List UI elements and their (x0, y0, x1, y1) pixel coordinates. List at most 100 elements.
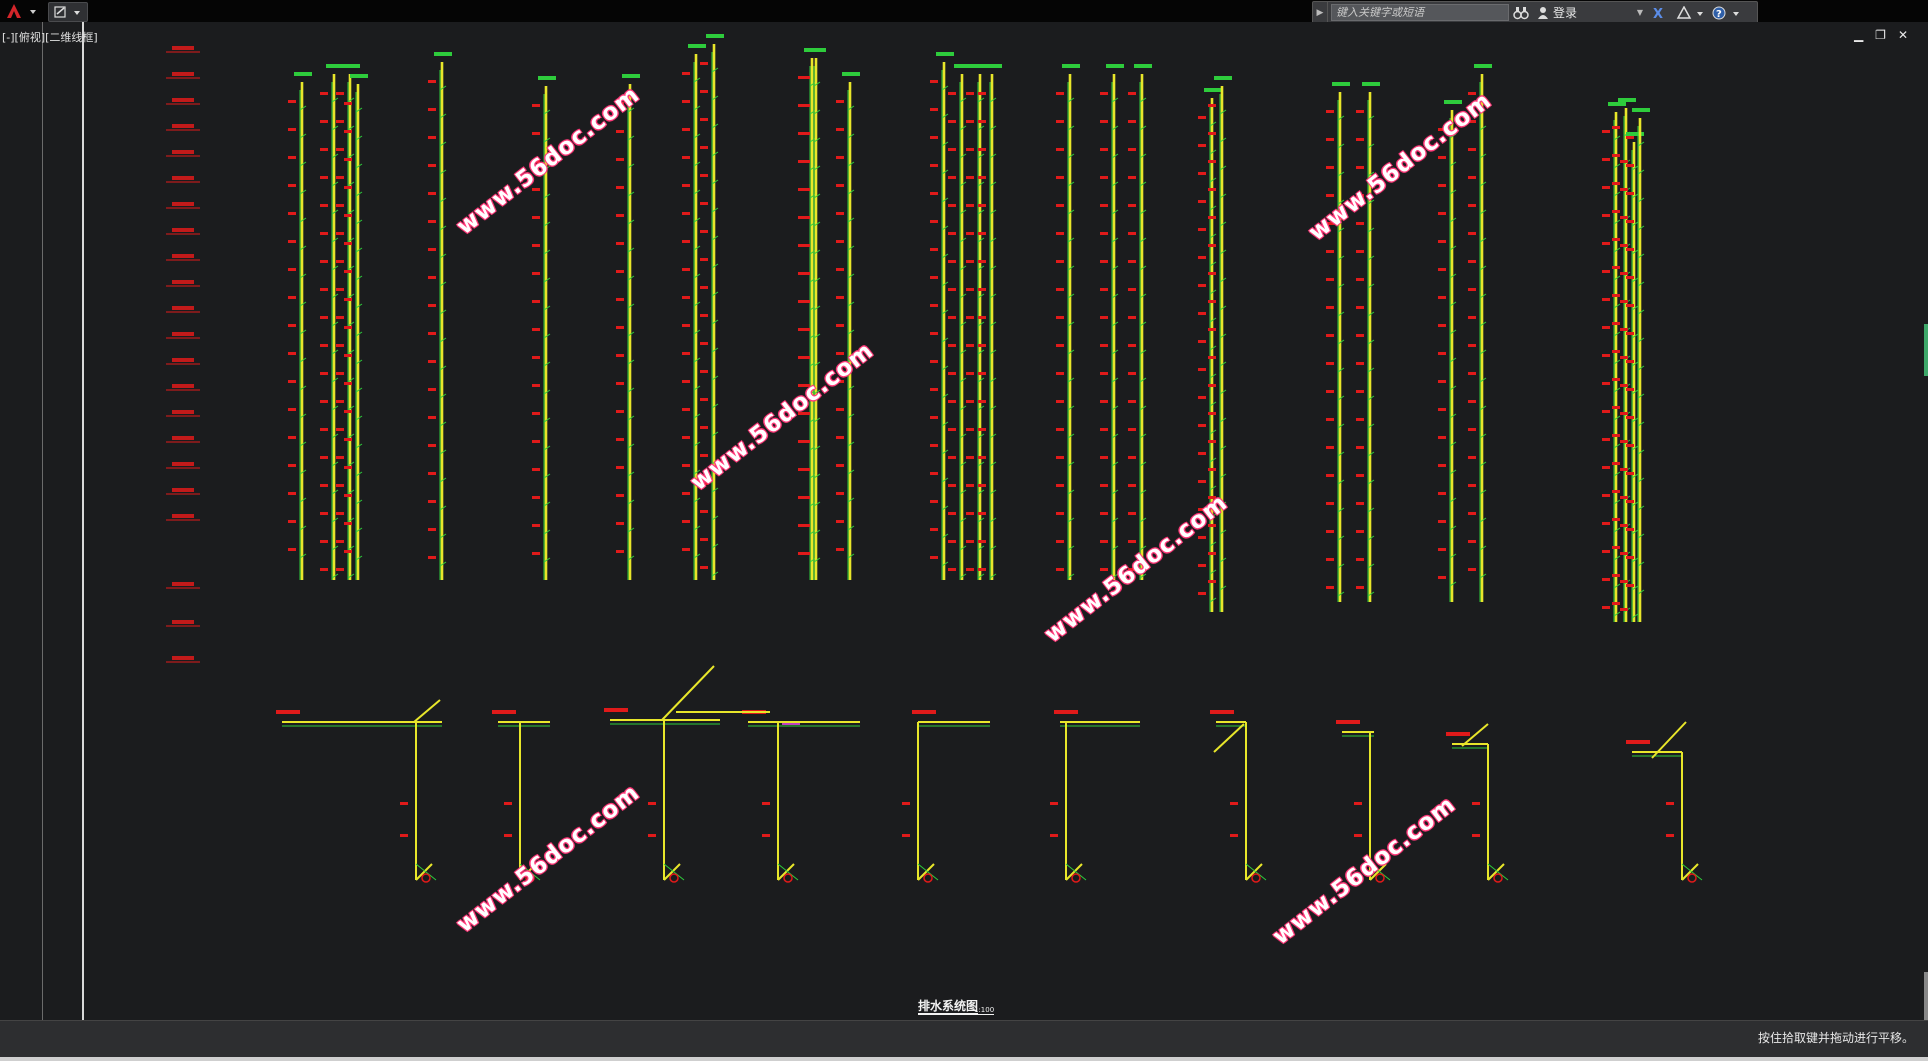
riser-dimension-tag (320, 120, 328, 123)
riser-dimension-tag (288, 128, 296, 131)
floor-level-tag (172, 488, 194, 492)
riser-dimension-tag (1326, 138, 1334, 141)
riser-dimension-tag (1612, 462, 1620, 465)
riser-label-tag (326, 64, 344, 68)
a360-icon[interactable] (1673, 3, 1709, 22)
riser-dimension-tag (344, 494, 352, 497)
riser-label-tag (342, 64, 360, 68)
riser-dimension-tag (320, 316, 328, 319)
riser-dimension-tag (288, 212, 296, 215)
riser-dimension-tag (320, 400, 328, 403)
riser-dimension-tag (1356, 446, 1364, 449)
collector-dimension-tag (1210, 710, 1234, 714)
drop-dimension-tag (902, 834, 910, 837)
riser-dimension-tag (682, 436, 690, 439)
help-icon[interactable]: ? (1709, 3, 1745, 22)
cleanout-symbol (1071, 873, 1081, 883)
riser-dimension-tag (836, 324, 844, 327)
riser-dimension-tag (1620, 608, 1628, 611)
riser-dimension-tag (700, 426, 708, 429)
riser-dimension-tag (1208, 412, 1216, 415)
riser-dimension-tag (802, 160, 810, 163)
quick-access-toolbar-button[interactable] (48, 2, 88, 22)
riser-dimension-tag (836, 436, 844, 439)
riser-dimension-tag (1612, 294, 1620, 297)
riser-dimension-tag (336, 120, 344, 123)
riser-dimension-tag (428, 500, 436, 503)
riser-dimension-tag (1100, 92, 1108, 95)
riser-dimension-tag (336, 148, 344, 151)
restore-icon[interactable]: ❐ (1875, 28, 1886, 42)
riser-dimension-tag (966, 456, 974, 459)
riser-dimension-tag (1056, 512, 1064, 515)
riser-dimension-tag (836, 128, 844, 131)
riser-dimension-tag (1356, 138, 1364, 141)
riser-dimension-tag (930, 80, 938, 83)
riser-dimension-tag (1612, 602, 1620, 605)
drawing-viewport[interactable]: [-][俯视][二维线框] ▁ ❐ ✕ www.56doc.com www.56… (0, 22, 1928, 1020)
riser-dimension-tag (836, 268, 844, 271)
riser-dimension-tag (966, 568, 974, 571)
riser-dimension-tag (344, 242, 352, 245)
floor-level-tag (172, 306, 194, 310)
riser-dimension-tag (966, 344, 974, 347)
riser-dimension-tag (1128, 288, 1136, 291)
riser-dimension-tag (948, 484, 956, 487)
riser-dimension-tag (1602, 382, 1610, 385)
expand-search-icon[interactable]: ▶ (1313, 2, 1328, 23)
collector-dimension-tag (1054, 710, 1078, 714)
close-icon[interactable]: ✕ (1898, 28, 1908, 42)
riser-dimension-tag (836, 464, 844, 467)
riser-label-tag (1134, 64, 1152, 68)
riser-dimension-tag (682, 128, 690, 131)
riser-dimension-tag (802, 552, 810, 555)
riser-dimension-tag (1128, 428, 1136, 431)
riser-dimension-tag (344, 354, 352, 357)
riser-dimension-tag (1128, 400, 1136, 403)
riser-dimension-tag (616, 242, 624, 245)
riser-label-tag (1204, 88, 1222, 92)
riser-dimension-tag (616, 494, 624, 497)
riser-dimension-tag (1612, 546, 1620, 549)
drawing-scale: 1:100 (974, 1006, 995, 1015)
riser-dimension-tag (978, 176, 986, 179)
riser-dimension-tag (1620, 468, 1628, 471)
riser-dimension-tag (288, 492, 296, 495)
drainage-system-drawing (166, 34, 1703, 883)
riser-dimension-tag (1198, 424, 1206, 427)
exchange-apps-icon[interactable]: X (1647, 3, 1673, 22)
riser-dimension-tag (1128, 344, 1136, 347)
viewport-controls-label[interactable]: [-][俯视][二维线框] (2, 29, 98, 45)
riser-dimension-tag (966, 120, 974, 123)
riser-dimension-tag (1620, 300, 1628, 303)
riser-dimension-tag (682, 520, 690, 523)
riser-dimension-tag (344, 410, 352, 413)
riser-dimension-tag (1326, 390, 1334, 393)
riser-dimension-tag (1620, 216, 1628, 219)
riser-dimension-tag (1056, 484, 1064, 487)
riser-dimension-tag (1602, 438, 1610, 441)
riser-dimension-tag (1128, 456, 1136, 459)
drop-dimension-tag (1354, 834, 1362, 837)
riser-dimension-tag (532, 524, 540, 527)
riser-dimension-tag (682, 352, 690, 355)
application-menu-button[interactable] (0, 0, 44, 22)
riser-dimension-tag (1356, 166, 1364, 169)
riser-dimension-tag (1602, 158, 1610, 161)
riser-dimension-tag (1468, 204, 1476, 207)
login-button[interactable]: 登录 ▼ (1533, 4, 1647, 21)
riser-dimension-tag (966, 148, 974, 151)
riser-dimension-tag (1100, 456, 1108, 459)
riser-dimension-tag (1356, 558, 1364, 561)
minimize-icon[interactable]: ▁ (1854, 28, 1863, 42)
riser-dimension-tag (802, 188, 810, 191)
riser-dimension-tag (978, 148, 986, 151)
riser-dimension-tag (1612, 378, 1620, 381)
riser-dimension-tag (1326, 474, 1334, 477)
riser-dimension-tag (288, 548, 296, 551)
riser-dimension-tag (1208, 468, 1216, 471)
riser-dimension-tag (836, 184, 844, 187)
riser-dimension-tag (1626, 164, 1634, 167)
binoculars-icon[interactable] (1509, 3, 1533, 22)
search-input[interactable] (1331, 4, 1509, 21)
